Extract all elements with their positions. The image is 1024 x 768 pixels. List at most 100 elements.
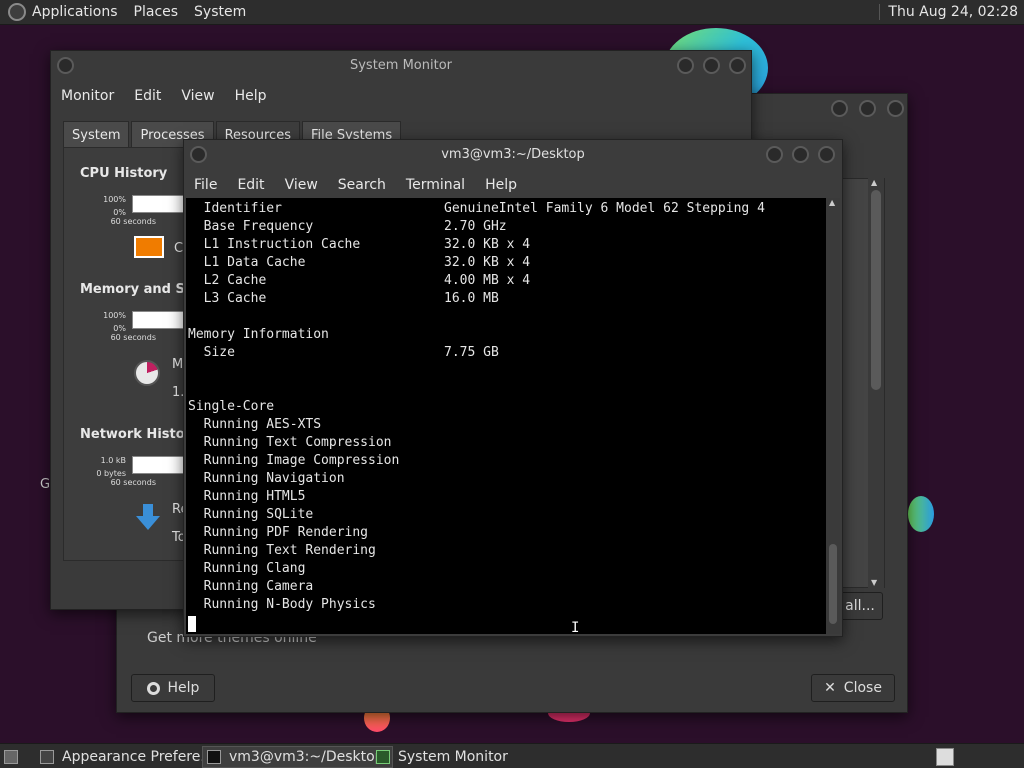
top-panel: Applications Places System Thu Aug 24, 0… — [0, 0, 1024, 25]
terminal-line-value: 4.00 MB x 4 — [444, 273, 531, 288]
memory-axis-span: 60 seconds — [110, 333, 156, 342]
minimize-button[interactable] — [831, 100, 848, 117]
terminal-line-label: Running Text Rendering — [188, 543, 376, 558]
menu-edit[interactable]: Edit — [124, 83, 171, 109]
terminal-scrollbar[interactable]: ▲ — [826, 198, 840, 634]
menubar: Monitor Edit View Help — [51, 83, 277, 109]
cpu-color-swatch[interactable] — [134, 236, 164, 258]
maximize-button[interactable] — [859, 100, 876, 117]
menu-help[interactable]: Help — [475, 171, 527, 197]
theme-list-scrollbar[interactable]: ▼ ▲ — [868, 178, 884, 588]
menu-terminal[interactable]: Terminal — [396, 171, 475, 197]
menu-view[interactable]: View — [275, 171, 328, 197]
install-button-label: all... — [845, 598, 875, 614]
workspace-icon — [936, 748, 954, 766]
show-desktop-button[interactable] — [4, 746, 18, 768]
terminal-line-label: Running AES-XTS — [188, 417, 322, 432]
system-monitor-icon — [376, 750, 390, 764]
menubar: File Edit View Search Terminal Help — [184, 171, 527, 197]
close-window-button[interactable] — [729, 57, 746, 74]
taskbar-item-terminal[interactable]: vm3@vm3:~/Desktop — [202, 746, 393, 768]
minimize-button[interactable] — [677, 57, 694, 74]
cpu-history-heading: CPU History — [80, 166, 168, 181]
maximize-button[interactable] — [792, 146, 809, 163]
terminal-output[interactable]: Identifier GenuineIntel Family 6 Model 62… — [186, 198, 828, 634]
distro-logo-icon[interactable] — [8, 3, 26, 21]
terminal-line-value: 7.75 GB — [444, 345, 499, 360]
terminal-line-label: Running Image Compression — [188, 453, 400, 468]
memory-axis-bottom: 0% — [113, 324, 126, 333]
minimize-button[interactable] — [766, 146, 783, 163]
window-title: vm3@vm3:~/Desktop — [441, 147, 585, 162]
close-icon: ✕ — [824, 680, 836, 696]
menu-view[interactable]: View — [171, 83, 224, 109]
taskbar: Appearance Prefere... vm3@vm3:~/Desktop … — [0, 743, 1024, 768]
window-menu-button[interactable] — [190, 146, 207, 163]
terminal-window: vm3@vm3:~/Desktop File Edit View Search … — [183, 139, 843, 637]
terminal-line-label: Running HTML5 — [188, 489, 306, 504]
menu-applications[interactable]: Applications — [32, 4, 118, 20]
appearance-icon — [40, 750, 54, 764]
terminal-cursor — [188, 616, 196, 632]
cpu-graph — [132, 195, 184, 213]
terminal-line-label: L1 Data Cache — [188, 255, 306, 270]
close-button[interactable]: ✕ Close — [811, 674, 895, 702]
terminal-line-value: 32.0 KB x 4 — [444, 255, 531, 270]
cpu-axis-top: 100% — [103, 195, 126, 204]
memory-axis-top: 100% — [103, 311, 126, 320]
taskbar-item-label: vm3@vm3:~/Desktop — [229, 749, 384, 765]
terminal-icon — [207, 750, 221, 764]
close-window-button[interactable] — [818, 146, 835, 163]
network-history-heading: Network History — [80, 427, 200, 442]
download-arrow-icon — [136, 504, 160, 530]
taskbar-item-system-monitor[interactable]: System Monitor — [376, 746, 508, 768]
menu-help[interactable]: Help — [225, 83, 277, 109]
terminal-line-label: Base Frequency — [188, 219, 314, 234]
terminal-line-label: Running PDF Rendering — [188, 525, 369, 540]
terminal-line-label: Size — [188, 345, 235, 360]
tab-system[interactable]: System — [63, 121, 130, 147]
window-title: System Monitor — [349, 58, 453, 73]
help-button[interactable]: Help — [131, 674, 215, 702]
terminal-line-label: Running Camera — [188, 579, 314, 594]
desktop-icon — [4, 750, 18, 764]
terminal-line-value: GenuineIntel Family 6 Model 62 Stepping … — [444, 201, 765, 216]
menu-search[interactable]: Search — [328, 171, 396, 197]
menu-system[interactable]: System — [194, 4, 246, 20]
help-button-label: Help — [167, 680, 200, 696]
scrollbar-thumb[interactable] — [829, 544, 837, 624]
help-icon — [146, 681, 160, 695]
menu-file[interactable]: File — [184, 171, 227, 197]
clock[interactable]: Thu Aug 24, 02:28 — [879, 4, 1018, 20]
taskbar-item-appearance[interactable]: Appearance Prefere... — [40, 746, 214, 768]
window-menu-button[interactable] — [57, 57, 74, 74]
terminal-line-value: 32.0 KB x 4 — [444, 237, 531, 252]
memory-graph — [132, 311, 184, 329]
menu-edit[interactable]: Edit — [227, 171, 274, 197]
network-graph — [132, 456, 184, 474]
close-window-button[interactable] — [887, 100, 904, 117]
cpu-legend-label: C — [174, 241, 184, 256]
terminal-line-label: L3 Cache — [188, 291, 267, 306]
menu-places[interactable]: Places — [134, 4, 179, 20]
desktop-label: G — [40, 477, 51, 492]
text-cursor-icon: I — [571, 620, 580, 636]
terminal-line-label: Running N-Body Physics — [188, 597, 376, 612]
terminal-line-label: Running Text Compression — [188, 435, 392, 450]
taskbar-item-label: System Monitor — [398, 749, 508, 765]
workspace-switcher[interactable] — [936, 746, 954, 768]
maximize-button[interactable] — [703, 57, 720, 74]
terminal-line-value: 2.70 GHz — [444, 219, 507, 234]
wallpaper-shape — [908, 496, 934, 532]
terminal-line-value: 16.0 MB — [444, 291, 499, 306]
terminal-line-label: Memory Information — [188, 327, 329, 342]
menu-monitor[interactable]: Monitor — [51, 83, 124, 109]
terminal-line-label: Identifier — [188, 201, 282, 216]
network-axis-bottom: 0 bytes — [96, 469, 126, 478]
terminal-line-label: L2 Cache — [188, 273, 267, 288]
install-button[interactable]: all... — [837, 592, 883, 620]
memory-pie-icon[interactable] — [134, 360, 160, 386]
cpu-axis-span: 60 seconds — [110, 217, 156, 226]
memory-legend-label: M — [172, 357, 184, 372]
terminal-line-label: Running Clang — [188, 561, 306, 576]
